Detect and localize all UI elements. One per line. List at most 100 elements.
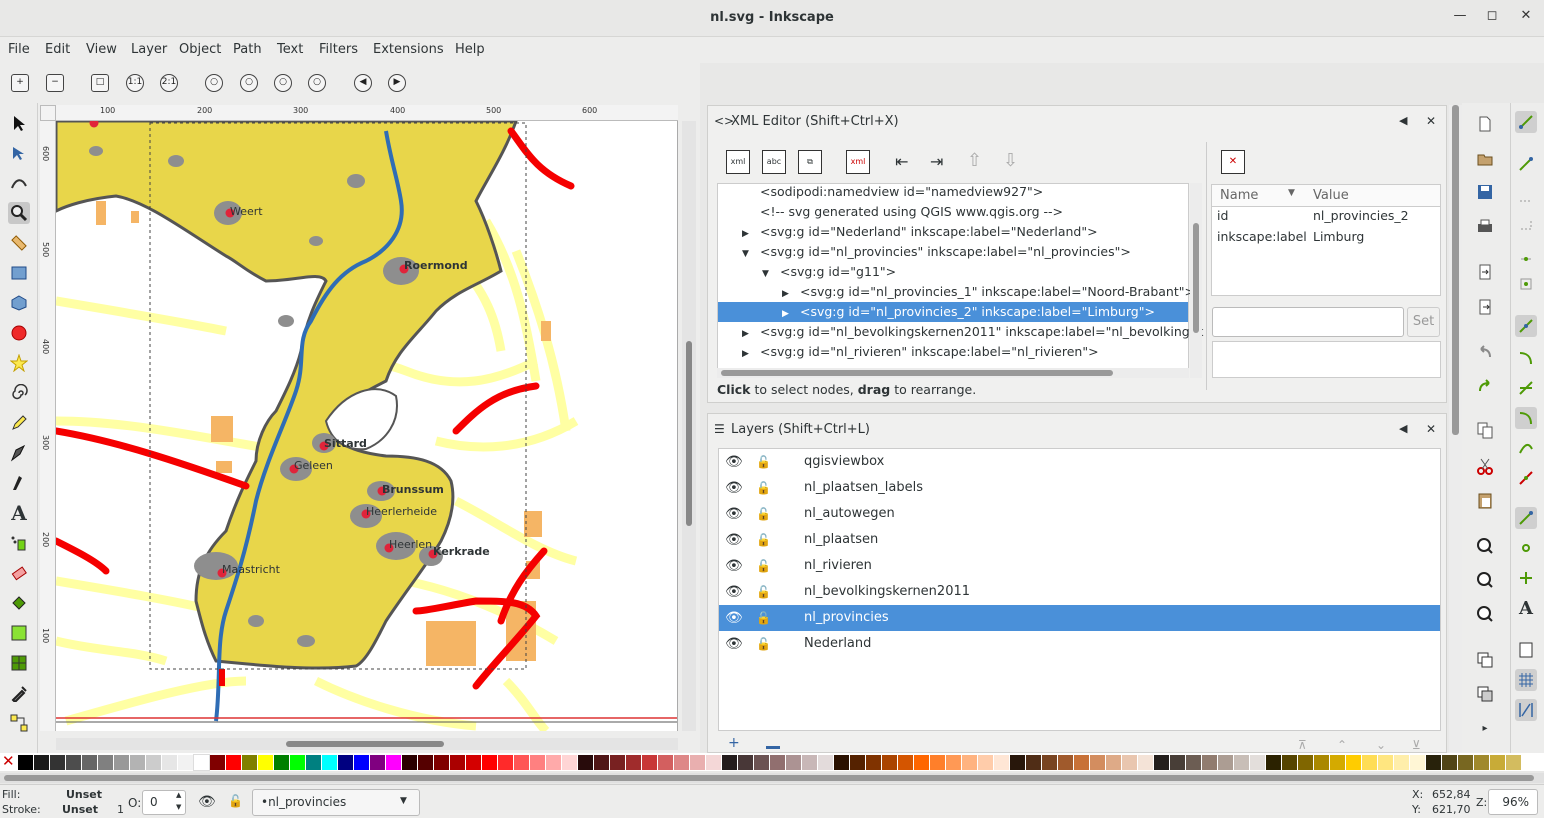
zoom-next-icon[interactable]: ▶ xyxy=(388,74,406,92)
snap-bbox-corner-icon[interactable] xyxy=(1515,213,1537,235)
snap-others-icon[interactable] xyxy=(1515,507,1537,529)
mesh-tool-icon[interactable] xyxy=(8,652,30,674)
layer-name[interactable]: nl_rivieren xyxy=(804,553,872,579)
layer-name[interactable]: nl_autowegen xyxy=(804,501,895,527)
layer-to-bottom-icon[interactable]: ⊻ xyxy=(1412,738,1421,752)
color-swatch[interactable] xyxy=(193,754,210,771)
lock-icon[interactable]: 🔓 xyxy=(756,449,771,475)
circle-tool-icon[interactable] xyxy=(8,322,30,344)
visibility-eye-icon[interactable]: 👁 xyxy=(725,631,743,657)
color-swatch[interactable] xyxy=(962,755,977,770)
attr-header-value[interactable]: Value xyxy=(1313,188,1349,203)
no-paint-swatch[interactable]: ✕ xyxy=(2,754,15,769)
raise-node-icon[interactable]: ⇧ xyxy=(967,150,982,171)
color-swatch[interactable] xyxy=(866,755,881,770)
color-swatch[interactable] xyxy=(1378,755,1393,770)
color-swatch[interactable] xyxy=(1154,755,1169,770)
zoom-previous-icon[interactable]: ◀ xyxy=(354,74,372,92)
horizontal-ruler[interactable]: 100 200 300 400 500 600 xyxy=(56,105,678,121)
lower-node-icon[interactable]: ⇩ xyxy=(1003,150,1018,171)
zoom-2-1-button[interactable]: 2:1 xyxy=(160,74,178,92)
sort-chevron-icon[interactable]: ▼ xyxy=(1288,188,1295,198)
visibility-eye-icon[interactable]: 👁 xyxy=(725,475,743,501)
layer-row[interactable]: 👁 🔓 nl_bevolkingskernen2011 xyxy=(719,579,1440,605)
color-swatch[interactable] xyxy=(1394,755,1409,770)
dock-iconify-icon[interactable]: ◀ xyxy=(1399,114,1407,127)
expander-open-icon[interactable]: ▼ xyxy=(742,244,756,264)
color-swatch[interactable] xyxy=(1058,755,1073,770)
color-swatch[interactable] xyxy=(82,755,97,770)
layer-name[interactable]: Nederland xyxy=(804,631,871,657)
zoom-selection-icon[interactable] xyxy=(1474,535,1496,557)
menu-view[interactable]: View xyxy=(86,42,117,57)
color-swatch[interactable] xyxy=(946,755,961,770)
layer-row[interactable]: 👁 🔓 nl_plaatsen_labels xyxy=(719,475,1440,501)
color-swatch[interactable] xyxy=(578,755,593,770)
lower-layer-icon[interactable]: ⌄ xyxy=(1376,738,1386,752)
lock-icon[interactable]: 🔓 xyxy=(756,631,771,657)
new-text-node-icon[interactable]: abc xyxy=(762,150,786,174)
color-swatch[interactable] xyxy=(1042,755,1057,770)
clone-icon[interactable] xyxy=(1474,683,1496,705)
attribute-value[interactable]: nl_provincies_2 xyxy=(1313,208,1409,223)
color-swatch[interactable] xyxy=(306,755,321,770)
color-swatch[interactable] xyxy=(178,755,193,770)
xml-tree-vscroll[interactable] xyxy=(1190,183,1202,378)
visibility-eye-icon[interactable]: 👁 xyxy=(725,501,743,527)
zoom-1-1-button[interactable]: 1:1 xyxy=(126,74,144,92)
color-swatch[interactable] xyxy=(562,755,577,770)
layer-row[interactable]: 👁 🔓 nl_rivieren xyxy=(719,553,1440,579)
more-commands-icon[interactable]: ▸ xyxy=(1474,717,1496,739)
color-swatch[interactable] xyxy=(850,755,865,770)
layer-row[interactable]: 👁 🔓 Nederland xyxy=(719,631,1440,657)
menu-path[interactable]: Path xyxy=(233,42,262,57)
expander-closed-icon[interactable]: ▶ xyxy=(742,324,756,344)
color-swatch[interactable] xyxy=(786,755,801,770)
node-tool-icon[interactable] xyxy=(8,142,30,164)
print-icon[interactable] xyxy=(1474,216,1496,238)
xml-node-row[interactable]: ▼ <svg:g id="g11"> xyxy=(718,262,1188,282)
save-icon[interactable] xyxy=(1474,181,1496,203)
close-icon[interactable]: ✕ xyxy=(1516,8,1536,28)
expander-open-icon[interactable]: ▼ xyxy=(762,264,776,284)
color-swatch[interactable] xyxy=(1122,755,1137,770)
zoom-page-fit-icon[interactable]: ○ xyxy=(308,74,326,92)
color-swatch[interactable] xyxy=(50,755,65,770)
gradient-tool-icon[interactable] xyxy=(8,622,30,644)
color-swatch[interactable] xyxy=(210,755,225,770)
color-swatch[interactable] xyxy=(1010,755,1025,770)
color-swatch[interactable] xyxy=(898,755,913,770)
remove-layer-icon[interactable] xyxy=(766,746,780,749)
paste-icon[interactable] xyxy=(1474,489,1496,511)
snap-smooth-nodes-icon[interactable] xyxy=(1515,437,1537,459)
layer-name[interactable]: nl_provincies xyxy=(804,605,889,631)
color-swatch[interactable] xyxy=(1138,755,1153,770)
layer-row[interactable]: 👁 🔓 nl_provincies xyxy=(719,605,1440,631)
connector-tool-icon[interactable] xyxy=(8,712,30,734)
redo-icon[interactable] xyxy=(1474,375,1496,397)
xml-node-row[interactable]: <!-- svg generated using QGIS www.qgis.o… xyxy=(718,202,1188,222)
dock-close-icon[interactable]: ✕ xyxy=(1426,422,1436,436)
visibility-eye-icon[interactable]: 👁 xyxy=(725,449,743,475)
color-swatch[interactable] xyxy=(834,755,849,770)
stroke-value[interactable]: Unset xyxy=(62,803,98,816)
color-swatch[interactable] xyxy=(1218,755,1233,770)
zoom-selection-icon[interactable]: ○ xyxy=(205,74,223,92)
zoom-drawing-icon[interactable] xyxy=(1474,569,1496,591)
scroll-thumb[interactable] xyxy=(686,341,692,526)
color-swatch[interactable] xyxy=(594,755,609,770)
color-swatch[interactable] xyxy=(290,755,305,770)
xml-node-row[interactable]: ▶ <svg:g id="nl_provincies_2" inkscape:l… xyxy=(718,302,1188,322)
expander-closed-icon[interactable]: ▶ xyxy=(782,304,796,324)
snap-object-center-icon[interactable] xyxy=(1515,537,1537,559)
zoom-in-icon[interactable]: + xyxy=(11,74,29,92)
color-swatch[interactable] xyxy=(466,755,481,770)
menu-help[interactable]: Help xyxy=(455,42,485,57)
snap-intersection-icon[interactable] xyxy=(1515,377,1537,399)
snap-rotation-center-icon[interactable] xyxy=(1515,567,1537,589)
visibility-eye-icon[interactable]: 👁 xyxy=(725,579,743,605)
zoom-tool-icon[interactable] xyxy=(8,202,30,224)
color-swatch[interactable] xyxy=(530,755,545,770)
duplicate-icon[interactable] xyxy=(1474,649,1496,671)
expander-closed-icon[interactable]: ▶ xyxy=(782,284,796,304)
